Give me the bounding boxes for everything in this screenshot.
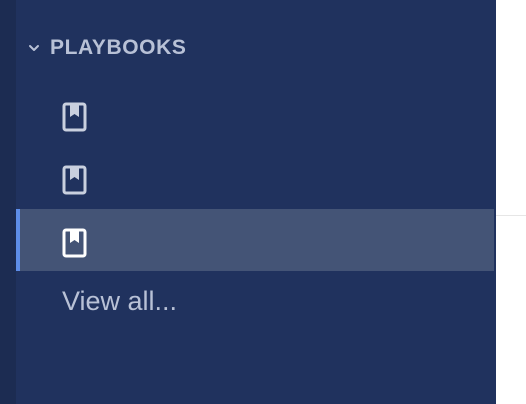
view-all-link[interactable]: View all...: [62, 286, 177, 317]
playbooks-section-header[interactable]: PLAYBOOKS: [26, 30, 187, 66]
playbook-item-3-active[interactable]: [16, 209, 494, 271]
sidebar: PLAYBOOKS View all...: [16, 0, 496, 404]
left-rail: [0, 0, 16, 404]
playbook-item-1[interactable]: [16, 83, 494, 145]
book-icon: [62, 228, 88, 258]
chevron-down-icon: [26, 40, 42, 56]
book-icon: [62, 165, 88, 195]
book-icon: [62, 102, 88, 132]
main-content-edge: [496, 0, 526, 404]
playbook-item-2[interactable]: [16, 146, 494, 208]
app-page: PLAYBOOKS View all...: [0, 0, 526, 404]
content-divider: [496, 215, 526, 216]
section-title: PLAYBOOKS: [50, 36, 187, 59]
